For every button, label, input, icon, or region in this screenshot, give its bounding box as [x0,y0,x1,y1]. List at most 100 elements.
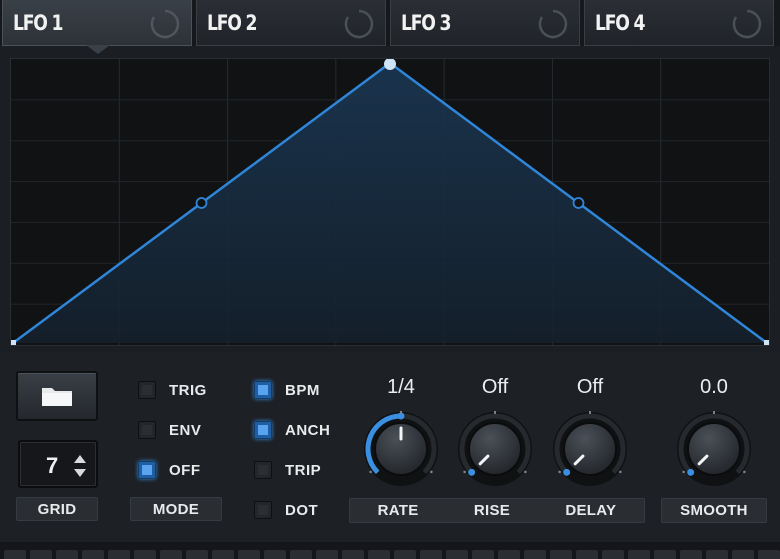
tab-lfo-4[interactable]: LFO 4 [584,0,774,46]
strip-segment [212,550,234,559]
toggle-led[interactable] [254,381,272,399]
knob-value-marker [563,468,571,476]
strip-segment [394,550,416,559]
strip-segment [186,550,208,559]
rise-value: Off [481,376,509,398]
grid-label: GRID [16,497,98,521]
strip-segment [30,550,52,559]
lfo-shape-canvas[interactable] [11,59,769,345]
curve-handle[interactable] [572,197,585,209]
tab-label: LFO 3 [401,10,451,35]
strip-segment [628,550,650,559]
folder-icon [42,388,72,406]
bottom-strip [0,542,780,559]
strip-segment [160,550,182,559]
ring-icon [150,9,180,39]
smooth-label: SMOOTH [661,498,767,523]
option-label: DOT [285,501,319,519]
mode-option-trig[interactable]: TRIG [138,378,207,402]
ring-icon [344,9,374,39]
tab-lfo-3[interactable]: LFO 3 [390,0,580,46]
knob-tick [589,411,591,414]
mode-option-off[interactable]: OFF [138,458,201,482]
timing-option-anch[interactable]: ANCH [254,418,330,442]
mode-option-env[interactable]: ENV [138,418,201,442]
delay-label: DELAY [565,502,617,519]
knob-cap[interactable] [687,422,741,476]
knob-tick [619,470,622,474]
option-label: BPM [285,381,320,399]
option-label: ANCH [285,421,331,439]
toggle-led[interactable] [138,381,156,399]
timing-option-trip[interactable]: TRIP [254,458,321,482]
strip-segment [290,550,312,559]
ring-icon [538,9,568,39]
knob-tick [369,470,372,474]
strip-segment [446,550,468,559]
knob-tick [558,470,561,474]
option-label: TRIG [169,381,207,399]
rate-knob[interactable] [362,410,440,488]
tab-label: LFO 1 [13,10,63,35]
knob-label-bar: RATE RISE DELAY [349,498,645,523]
toggle-led[interactable] [138,421,156,439]
option-label: TRIP [285,461,322,479]
strip-segment [706,550,728,559]
knob-cap[interactable] [563,422,617,476]
delay-knob[interactable] [551,410,629,488]
lfo-tab-bar: LFO 1 LFO 2 LFO 3 LFO 4 [0,0,780,54]
option-label: OFF [169,461,201,479]
strip-segment [368,550,390,559]
delay-value: Off [576,376,604,398]
lfo-shape-editor[interactable] [10,58,770,346]
strip-segment [134,550,156,559]
strip-segment [342,550,364,559]
curve-handle[interactable] [195,197,208,209]
knob-tick [743,470,746,474]
preset-folder-button[interactable] [16,371,98,421]
knob-cap[interactable] [468,422,522,476]
strip-segment [472,550,494,559]
grid-stepper[interactable]: 7 [18,440,98,488]
strip-segment [56,550,78,559]
toggle-led[interactable] [254,501,272,519]
strip-segment [316,550,338,559]
knob-tick [463,470,466,474]
toggle-led[interactable] [138,461,156,479]
knob-tick [494,411,496,414]
knob-value-marker [687,468,695,476]
tab-label: LFO 4 [595,10,645,35]
strip-segment [550,550,572,559]
lfo-shape-fill [13,63,767,343]
toggle-led[interactable] [254,421,272,439]
knob-tick [400,411,402,414]
strip-segment [732,550,754,559]
lfo-point-endpoint[interactable] [764,340,769,345]
active-tab-pointer [86,45,110,54]
up-down-arrows-icon[interactable] [72,452,88,480]
strip-segment [238,550,260,559]
smooth-knob[interactable] [675,410,753,488]
knob-tick [682,470,685,474]
rise-knob[interactable] [456,410,534,488]
rate-value: 1/4 [387,376,415,398]
strip-segment [758,550,780,559]
toggle-led[interactable] [254,461,272,479]
rate-label: RATE [377,502,419,519]
tab-lfo-2[interactable]: LFO 2 [196,0,386,46]
timing-option-bpm[interactable]: BPM [254,378,320,402]
strip-segment [654,550,676,559]
timing-option-dot[interactable]: DOT [254,498,318,522]
option-label: ENV [169,421,202,439]
mode-label: MODE [130,497,222,521]
strip-segment [602,550,624,559]
strip-segment [524,550,546,559]
lfo-point-endpoint[interactable] [11,340,16,345]
smooth-value: 0.0 [700,376,728,398]
tab-label: LFO 2 [207,10,257,35]
ring-icon [732,9,762,39]
strip-segment [498,550,520,559]
tab-lfo-1[interactable]: LFO 1 [2,0,192,46]
knob-tick [713,411,715,414]
strip-segment [680,550,702,559]
